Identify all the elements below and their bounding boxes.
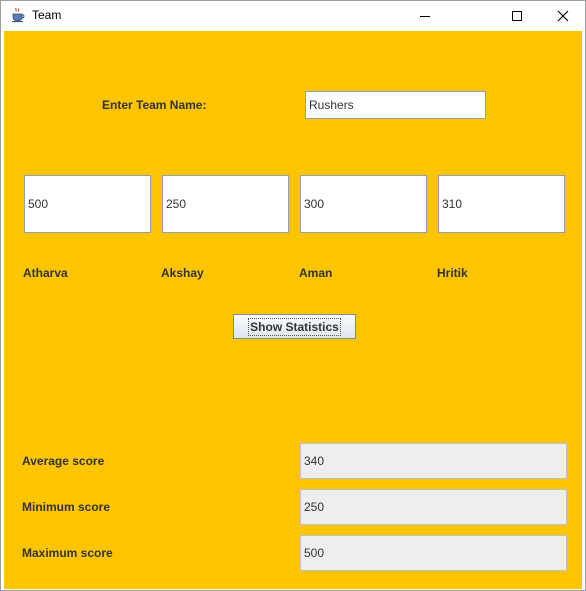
player-name-label: Akshay xyxy=(161,266,204,280)
player-name-label: Hritik xyxy=(437,266,468,280)
close-icon xyxy=(557,10,569,22)
average-score-label: Average score xyxy=(22,454,105,468)
team-name-input[interactable] xyxy=(305,91,486,119)
maximize-button[interactable] xyxy=(494,1,540,31)
show-statistics-label: Show Statistics xyxy=(248,317,341,336)
close-button[interactable] xyxy=(540,1,586,31)
maximize-icon xyxy=(512,11,522,21)
title-bar[interactable]: Team xyxy=(1,1,585,31)
minimize-icon xyxy=(420,16,430,17)
show-statistics-button[interactable]: Show Statistics xyxy=(233,314,356,339)
team-name-label: Enter Team Name: xyxy=(102,98,207,112)
minimum-score-field[interactable] xyxy=(300,489,567,525)
player-name-label: Atharva xyxy=(23,266,68,280)
java-cup-icon xyxy=(10,7,26,23)
maximum-score-field[interactable] xyxy=(300,535,567,571)
minimize-button[interactable] xyxy=(402,1,448,31)
content-panel: Enter Team Name: Atharva Akshay Aman Hri… xyxy=(4,31,582,589)
window-title: Team xyxy=(32,8,62,22)
average-score-field[interactable] xyxy=(300,443,567,479)
player-score-input[interactable] xyxy=(24,175,151,233)
player-name-label: Aman xyxy=(299,266,333,280)
team-window: Team Enter Team Name: Atharva Akshay Ama… xyxy=(0,0,586,591)
player-score-input[interactable] xyxy=(162,175,289,233)
player-score-input[interactable] xyxy=(300,175,427,233)
maximum-score-label: Maximum score xyxy=(22,546,113,560)
minimum-score-label: Minimum score xyxy=(22,500,111,514)
player-score-input[interactable] xyxy=(438,175,565,233)
